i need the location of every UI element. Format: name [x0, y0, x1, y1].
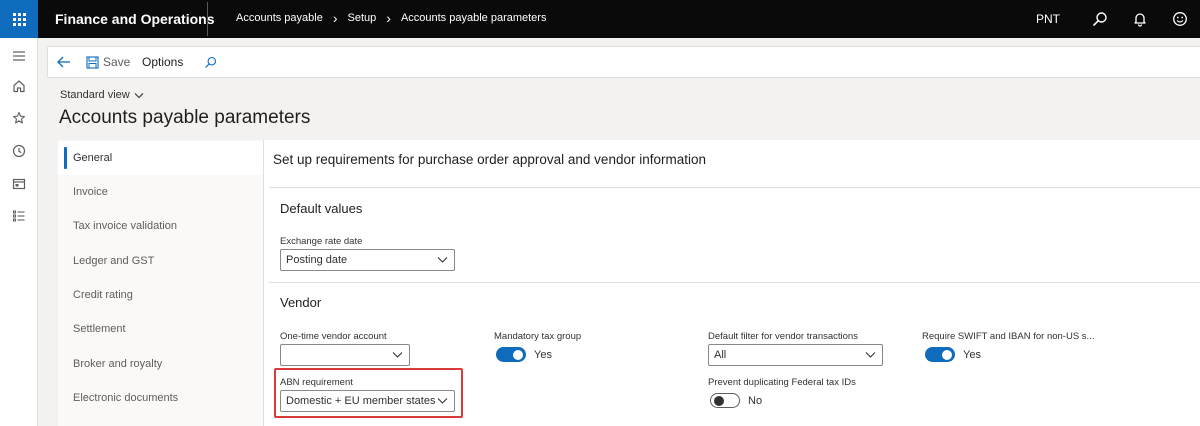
tab-general[interactable]: General	[58, 141, 263, 175]
exchange-rate-date-value: Posting date	[286, 254, 348, 266]
options-label: Options	[142, 55, 184, 69]
breadcrumb-item-setup[interactable]: Setup	[348, 12, 377, 24]
chevron-down-icon	[134, 92, 144, 98]
default-filter-select[interactable]: All	[708, 344, 883, 366]
require-swift-iban-label: Require SWIFT and IBAN for non-US s...	[922, 331, 1095, 342]
save-button[interactable]: Save	[86, 47, 130, 77]
content-title: Set up requirements for purchase order a…	[273, 152, 706, 167]
tab-label: Credit rating	[73, 289, 133, 301]
exchange-rate-date-label: Exchange rate date	[280, 236, 363, 247]
star-favorites-icon[interactable]	[0, 106, 38, 130]
tab-tax-invoice-validation[interactable]: Tax invoice validation	[58, 209, 263, 243]
tab-settlement[interactable]: Settlement	[58, 312, 263, 346]
app-title[interactable]: Finance and Operations	[55, 11, 214, 27]
waffle-icon	[12, 12, 26, 26]
chevron-right-icon: ›	[386, 9, 391, 26]
search-icon[interactable]	[1080, 0, 1120, 38]
abn-requirement-select[interactable]: Domestic + EU member states	[280, 390, 455, 412]
tab-invoice[interactable]: Invoice	[58, 175, 263, 209]
exchange-rate-date-select[interactable]: Posting date	[280, 249, 455, 271]
back-button[interactable]	[56, 47, 72, 77]
app-launcher-button[interactable]	[0, 0, 38, 38]
side-tabs: General Invoice Tax invoice validation L…	[58, 140, 264, 426]
save-label: Save	[103, 55, 131, 69]
bell-icon[interactable]	[1120, 0, 1160, 38]
tab-credit-rating[interactable]: Credit rating	[58, 278, 263, 312]
tab-label: Ledger and GST	[73, 255, 155, 267]
clock-recent-icon[interactable]	[0, 139, 38, 163]
breadcrumb: Accounts payable › Setup › Accounts paya…	[236, 9, 547, 26]
default-filter-label: Default filter for vendor transactions	[708, 331, 858, 342]
breadcrumb-item-accounts-payable[interactable]: Accounts payable	[236, 12, 323, 24]
view-selector[interactable]: Standard view	[60, 89, 144, 101]
top-bar: Finance and Operations Accounts payable …	[0, 0, 1200, 38]
divider	[269, 282, 1200, 283]
company-selector[interactable]: PNT	[1036, 12, 1060, 26]
chevron-down-icon	[392, 352, 403, 358]
abn-requirement-label: ABN requirement	[280, 377, 353, 388]
view-label: Standard view	[60, 89, 130, 101]
prevent-duplicating-label: Prevent duplicating Federal tax IDs	[708, 377, 856, 388]
tab-label: Settlement	[73, 323, 126, 335]
tab-label: Invoice	[73, 186, 108, 198]
require-swift-iban-value: Yes	[963, 348, 981, 361]
topbar-divider	[207, 2, 208, 36]
tab-label: General	[73, 152, 113, 164]
tab-label: Electronic documents	[73, 392, 179, 404]
home-icon[interactable]	[0, 74, 38, 98]
divider	[269, 187, 1200, 188]
tab-label: Tax invoice validation	[73, 220, 177, 232]
save-icon	[86, 55, 99, 69]
options-button[interactable]: Options	[142, 47, 183, 77]
prevent-duplicating-toggle-row: No	[710, 393, 762, 408]
mandatory-tax-group-label: Mandatory tax group	[494, 331, 582, 342]
chevron-down-icon	[865, 352, 876, 358]
chevron-down-icon	[437, 398, 448, 404]
navigation-rail	[0, 38, 38, 426]
one-time-vendor-account-label: One-time vendor account	[280, 331, 387, 342]
one-time-vendor-account-select[interactable]	[280, 344, 410, 366]
arrow-left-icon	[57, 56, 70, 68]
mandatory-tax-group-value: Yes	[534, 348, 552, 361]
mandatory-tax-group-toggle-row: Yes	[496, 347, 552, 362]
section-default-values[interactable]: Default values	[280, 201, 362, 216]
require-swift-iban-toggle[interactable]	[925, 347, 955, 362]
hamburger-menu-icon[interactable]	[0, 44, 38, 68]
tab-label: Broker and royalty	[73, 358, 163, 370]
prevent-duplicating-toggle[interactable]	[710, 393, 740, 408]
workspaces-icon[interactable]	[0, 172, 38, 196]
tab-ledger-and-gst[interactable]: Ledger and GST	[58, 244, 263, 278]
page-title: Accounts payable parameters	[59, 107, 311, 128]
require-swift-iban-toggle-row: Yes	[925, 347, 981, 362]
mandatory-tax-group-toggle[interactable]	[496, 347, 526, 362]
tab-broker-and-royalty[interactable]: Broker and royalty	[58, 347, 263, 381]
action-pane: Save Options	[47, 46, 1200, 78]
default-filter-value: All	[714, 349, 727, 361]
search-icon[interactable]	[204, 47, 217, 77]
breadcrumb-item-current: Accounts payable parameters	[400, 12, 547, 24]
topbar-actions: PNT	[1036, 0, 1200, 38]
modules-list-icon[interactable]	[0, 204, 38, 228]
section-vendor[interactable]: Vendor	[280, 295, 321, 310]
chevron-down-icon	[437, 257, 448, 263]
abn-requirement-value: Domestic + EU member states	[286, 395, 436, 407]
chevron-right-icon: ›	[332, 9, 338, 26]
feedback-smiley-icon[interactable]	[1160, 0, 1200, 38]
prevent-duplicating-value: No	[748, 394, 763, 407]
content-panel: Set up requirements for purchase order a…	[264, 140, 1200, 426]
tab-electronic-documents[interactable]: Electronic documents	[58, 381, 263, 415]
